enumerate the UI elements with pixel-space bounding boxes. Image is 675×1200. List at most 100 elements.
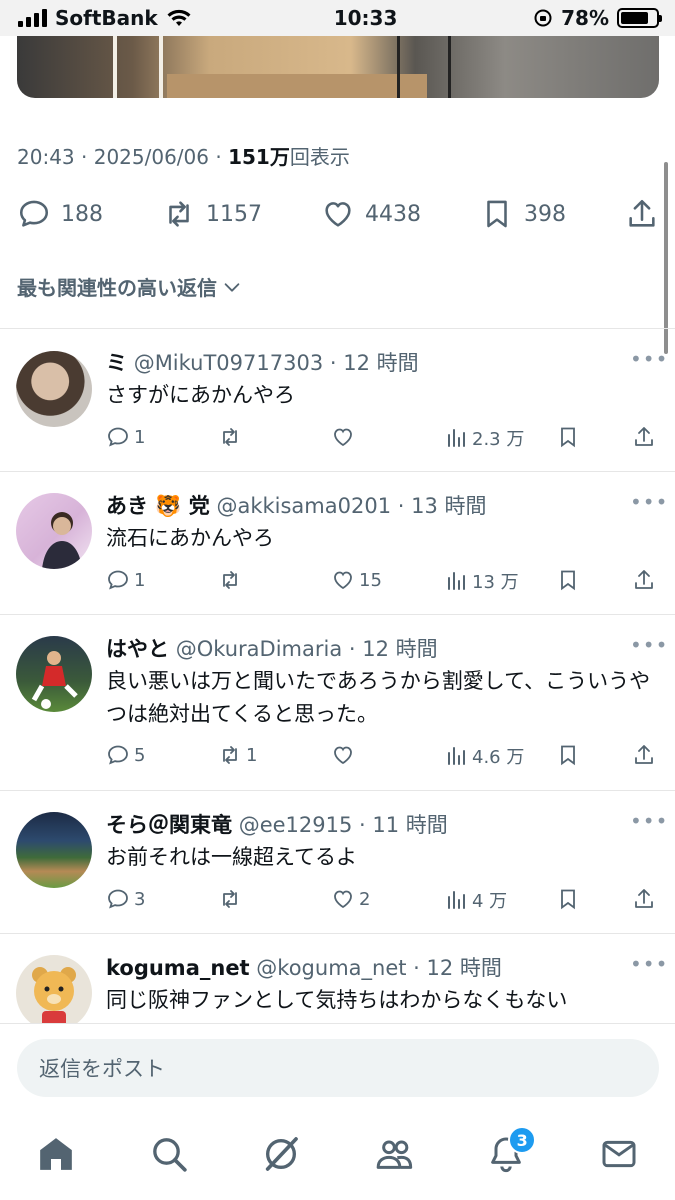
nav-home[interactable] <box>36 1134 76 1174</box>
reply-comment-button[interactable]: 1 <box>106 568 145 592</box>
reply-views-count: 4.6 万 <box>472 747 525 768</box>
reply-header: ミ @MikuT09717303 · 12 時間 <box>106 351 419 375</box>
reply-author-handle[interactable]: @ee12915 <box>239 813 353 837</box>
reply-views-button[interactable]: 4 万 <box>444 887 507 913</box>
comment-icon <box>108 745 128 765</box>
reply-share-button[interactable] <box>632 568 656 592</box>
avatar[interactable] <box>16 636 92 712</box>
heart-icon <box>325 202 351 227</box>
reply-author-name[interactable]: ミ <box>106 351 127 375</box>
retweet-icon <box>223 746 237 764</box>
share-icon <box>635 889 653 908</box>
reply-views-button[interactable]: 4.6 万 <box>444 743 524 769</box>
reply-header: koguma_net @koguma_net · 12 時間 <box>106 956 502 980</box>
reply-share-button[interactable] <box>632 425 656 449</box>
bookmark-button[interactable]: 398 <box>480 197 566 231</box>
reply-author-handle[interactable]: @MikuT09717303 <box>134 351 324 375</box>
battery-percent: 78% <box>561 6 609 30</box>
reply-header: はやと @OkuraDimaria · 12 時間 <box>106 637 438 661</box>
reply-sort-selector[interactable]: 最も関連性の高い返信 <box>17 272 243 301</box>
reply-share-button[interactable] <box>632 743 656 767</box>
nav-notifications[interactable]: 3 <box>486 1126 537 1174</box>
wifi-icon <box>167 9 191 26</box>
more-icon[interactable]: ••• <box>630 347 668 371</box>
share-button[interactable] <box>625 197 659 231</box>
reply-item[interactable]: はやと @OkuraDimaria · 12 時間 ••• 良い悪いは万と聞いた… <box>0 615 675 790</box>
views-icon <box>448 429 465 447</box>
reply-comment-button[interactable]: 5 <box>106 743 145 767</box>
reply-time: 12 時間 <box>426 956 502 980</box>
reply-retweet-button[interactable] <box>218 425 246 449</box>
reply-like-button[interactable] <box>331 743 359 767</box>
like-button[interactable]: 4438 <box>321 197 421 231</box>
more-icon[interactable]: ••• <box>630 952 668 976</box>
reply-retweet-button[interactable]: 1 <box>218 743 257 767</box>
reply-item[interactable]: あき 🐯 党 @akkisama0201 · 13 時間 ••• 流石にあかんや… <box>0 472 675 614</box>
reply-author-handle[interactable]: @koguma_net <box>256 956 406 980</box>
heart-icon <box>334 746 352 765</box>
clock: 10:33 <box>333 6 398 30</box>
reply-action-bar: 3 2 4 万 <box>106 887 658 917</box>
reply-author-handle[interactable]: @OkuraDimaria <box>176 637 343 661</box>
reply-item[interactable]: koguma_net @koguma_net · 12 時間 ••• 同じ阪神フ… <box>0 934 675 1024</box>
scrollbar[interactable] <box>664 162 668 354</box>
share-icon <box>629 199 655 227</box>
reply-author-name[interactable]: はやと <box>106 637 169 661</box>
reply-views-count: 4 万 <box>472 891 508 912</box>
reply-views-button[interactable]: 13 万 <box>444 568 519 594</box>
photo-pillar <box>159 36 163 98</box>
reply-bookmark-button[interactable] <box>556 743 580 767</box>
reply-share-button[interactable] <box>632 887 656 911</box>
reply-time: 11 時間 <box>372 813 448 837</box>
share-icon <box>635 745 653 764</box>
reply-like-button[interactable] <box>331 425 359 449</box>
reply-author-name[interactable]: あき 🐯 党 <box>106 494 210 518</box>
comment-icon <box>108 427 128 447</box>
reply-button[interactable]: 188 <box>17 197 103 231</box>
reply-input[interactable]: 返信をポスト <box>17 1039 659 1097</box>
reply-retweet-button[interactable] <box>218 568 246 592</box>
reply-comment-button[interactable]: 1 <box>106 425 145 449</box>
nav-search[interactable] <box>149 1134 189 1174</box>
chevron-down-icon <box>224 282 240 292</box>
reply-like-button[interactable]: 15 <box>331 568 382 592</box>
reply-views-button[interactable]: 2.3 万 <box>444 425 524 451</box>
more-icon[interactable]: ••• <box>630 490 668 514</box>
reply-item[interactable]: ミ @MikuT09717303 · 12 時間 ••• さすがにあかんやろ 1… <box>0 329 675 471</box>
reply-author-name[interactable]: そら＠関東竜 <box>106 813 232 837</box>
bookmark-icon <box>487 200 507 228</box>
comment-icon <box>108 889 128 909</box>
more-icon[interactable]: ••• <box>630 809 668 833</box>
avatar-portrait <box>42 512 82 569</box>
views-icon <box>448 891 465 909</box>
reply-retweet-button[interactable] <box>218 887 246 911</box>
more-icon[interactable]: ••• <box>630 633 668 657</box>
avatar[interactable] <box>16 351 92 427</box>
reply-author-handle[interactable]: @akkisama0201 <box>216 494 391 518</box>
reply-header: あき 🐯 党 @akkisama0201 · 13 時間 <box>106 494 487 518</box>
retweet-button[interactable]: 1157 <box>162 197 262 231</box>
reply-item[interactable]: そら＠関東竜 @ee12915 · 11 時間 ••• お前それは一線超えてるよ… <box>0 791 675 933</box>
avatar[interactable] <box>16 955 92 1024</box>
photo-pillar <box>113 36 117 98</box>
reply-comment-count: 1 <box>134 426 146 448</box>
avatar[interactable] <box>16 812 92 888</box>
avatar[interactable] <box>16 493 92 569</box>
nav-messages[interactable] <box>599 1134 639 1174</box>
reply-bookmark-button[interactable] <box>556 568 580 592</box>
tweet-photo[interactable] <box>17 36 659 98</box>
tweet-views-count: 151万 <box>228 145 290 169</box>
reply-like-button[interactable]: 2 <box>331 887 370 911</box>
nav-grok[interactable] <box>261 1134 301 1174</box>
photo-bicycle <box>397 36 451 98</box>
reply-time: 12 時間 <box>362 637 438 661</box>
search-icon <box>152 1138 187 1172</box>
reply-like-count: 2 <box>359 888 371 910</box>
reply-bookmark-button[interactable] <box>556 887 580 911</box>
reply-comment-button[interactable]: 3 <box>106 887 145 911</box>
reply-action-bar: 1 2.3 万 <box>106 425 658 455</box>
comment-icon <box>108 570 128 590</box>
reply-author-name[interactable]: koguma_net <box>106 956 250 980</box>
nav-communities[interactable] <box>374 1134 414 1174</box>
reply-bookmark-button[interactable] <box>556 425 580 449</box>
